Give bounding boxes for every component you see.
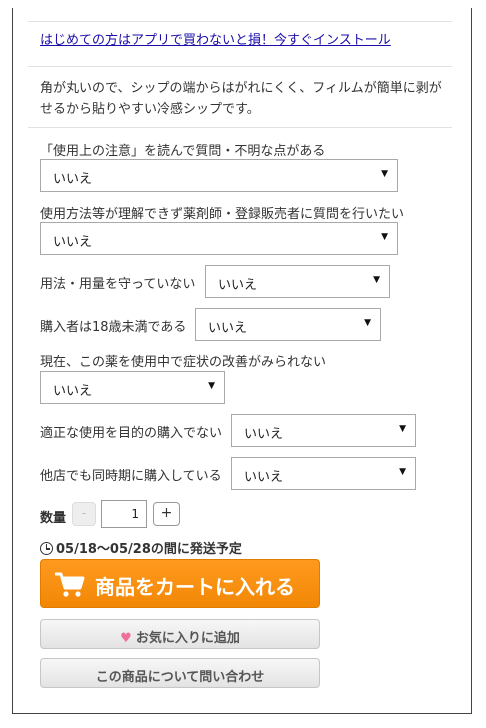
dropdown-arrow-icon: ▼ [373,275,380,285]
dropdown-arrow-icon: ▼ [399,467,406,477]
add-to-favorites-button[interactable]: ♥ お気に入りに追加 [40,619,320,649]
select-age[interactable]: いいえ ▼ [195,308,381,341]
add-to-cart-label: 商品をカートに入れる [95,575,295,599]
question-label-dosage: 用法・用量を守っていない [40,277,196,292]
select-value: いいえ [244,427,284,442]
quantity-label: 数量 [40,511,67,526]
select-value: いいえ [208,321,248,336]
select-precautions[interactable]: いいえ ▼ [40,159,398,192]
question-label-pharmacist: 使用方法等が理解できず薬剤師・登録販売者に質問を行いたい [40,207,405,222]
product-description: 角が丸いので、シップの端からはがれにくく、フィルムが簡単に剥がせるから貼りやすい… [40,81,442,117]
select-value: いいえ [53,235,93,250]
question-label-precautions: 「使用上の注意」を読んで質問・不明な点がある [40,144,326,159]
question-label-age: 購入者は18歳未満である [40,320,187,335]
select-dosage[interactable]: いいえ ▼ [205,265,390,298]
select-value: いいえ [218,278,258,293]
select-proper-use[interactable]: いいえ ▼ [231,414,416,447]
shipping-estimate: 05/18〜05/28の間に発送予定 [40,538,242,557]
quantity-input[interactable]: 1 [101,500,147,528]
dropdown-arrow-icon: ▼ [208,381,215,391]
heart-icon: ♥ [120,631,132,646]
cart-icon [55,572,85,597]
dropdown-arrow-icon: ▼ [381,169,388,179]
clock-icon [40,542,53,555]
question-label-no-improvement: 現在、この薬を使用中で症状の改善がみられない [40,355,327,370]
dropdown-arrow-icon: ▼ [399,424,406,434]
add-to-cart-button[interactable]: 商品をカートに入れる [40,559,320,608]
dropdown-arrow-icon: ▼ [381,232,388,242]
product-inquiry-button[interactable]: この商品について問い合わせ [40,658,320,688]
dropdown-arrow-icon: ▼ [364,318,371,328]
select-value: いいえ [53,384,93,399]
quantity-decrease-button[interactable]: - [72,502,96,526]
divider [28,21,452,22]
select-pharmacist[interactable]: いいえ ▼ [40,222,398,255]
quantity-increase-button[interactable]: + [153,502,180,526]
select-value: いいえ [244,470,284,485]
question-label-proper-use: 適正な使用を目的の購入でない [40,426,223,441]
divider [28,127,452,128]
favorites-label: お気に入りに追加 [135,631,240,646]
inquiry-label: この商品について問い合わせ [95,670,265,685]
divider [28,66,452,67]
shipping-text: 05/18〜05/28の間に発送予定 [56,542,242,557]
select-value: いいえ [53,172,93,187]
app-install-link[interactable]: はじめての方はアプリで買わないと損！今すぐインストール [40,29,391,48]
select-no-improvement[interactable]: いいえ ▼ [40,371,225,404]
question-label-other-store: 他店でも同時期に購入している [40,469,222,484]
select-other-store[interactable]: いいえ ▼ [231,457,416,490]
